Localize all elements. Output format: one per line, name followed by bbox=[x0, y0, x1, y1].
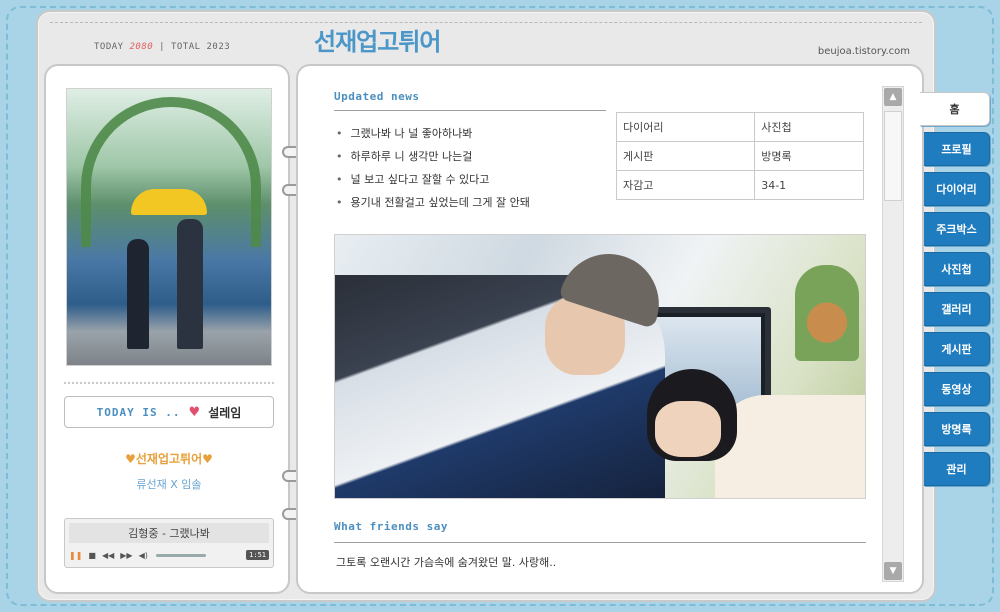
category-link[interactable]: 34-1 bbox=[754, 170, 864, 200]
tab-album[interactable]: 사진첩 bbox=[924, 252, 990, 286]
category-link[interactable]: 자감고 bbox=[615, 170, 756, 200]
volume-icon[interactable]: ◀) bbox=[139, 551, 148, 560]
today-label: TODAY IS .. bbox=[96, 405, 181, 419]
news-item[interactable]: 널 보고 싶다고 잘할 수 있다고 bbox=[336, 168, 606, 191]
scroll-down-icon[interactable]: ▼ bbox=[884, 562, 902, 580]
friends-say-title: What friends say bbox=[334, 520, 448, 533]
person-right bbox=[177, 219, 203, 349]
friends-say-underline bbox=[334, 542, 866, 543]
tab-gallery[interactable]: 갤러리 bbox=[924, 292, 990, 326]
right-page: Updated news 그랬나봐 나 널 좋아하나봐 하루하루 니 생각만 나… bbox=[296, 64, 924, 594]
volume-slider[interactable] bbox=[155, 553, 206, 557]
divider bbox=[64, 382, 274, 384]
player-time: 1:51 bbox=[246, 550, 269, 560]
girl-body bbox=[715, 395, 865, 498]
category-link[interactable]: 다이어리 bbox=[615, 112, 756, 142]
friends-message: 그토록 오랜시간 가슴속에 숨겨왔던 말. 사랑해.. bbox=[336, 556, 557, 569]
updated-news-underline bbox=[334, 110, 606, 111]
tab-guestbook[interactable]: 방명록 bbox=[924, 412, 990, 446]
category-link[interactable]: 게시판 bbox=[615, 141, 756, 171]
tab-video[interactable]: 동영상 bbox=[924, 372, 990, 406]
featured-photo bbox=[334, 234, 866, 499]
previous-icon[interactable]: ◀◀ bbox=[102, 551, 114, 560]
visitor-counter: TODAY 2080 | TOTAL 2023 bbox=[94, 42, 230, 52]
girl-face bbox=[655, 401, 721, 457]
tab-admin[interactable]: 관리 bbox=[924, 452, 990, 486]
pause-icon[interactable]: ❚❚ bbox=[69, 551, 82, 560]
flower-arch bbox=[81, 97, 261, 247]
counter-total-label: TOTAL bbox=[170, 42, 201, 52]
tab-board[interactable]: 게시판 bbox=[924, 332, 990, 366]
today-mood-box: TODAY IS .. ♥ 설레임 bbox=[64, 396, 274, 428]
music-player: 김형중 - 그랬나봐 ❚❚ ■ ◀◀ ▶▶ ◀) 1:51 bbox=[64, 518, 274, 568]
counter-today-label: TODAY bbox=[94, 42, 124, 52]
today-mood: 설레임 bbox=[208, 405, 242, 420]
scroll-up-icon[interactable]: ▲ bbox=[884, 88, 902, 106]
player-controls: ❚❚ ■ ◀◀ ▶▶ ◀) 1:51 bbox=[69, 547, 269, 563]
plant bbox=[795, 265, 859, 361]
news-item[interactable]: 그랬나봐 나 널 좋아하나봐 bbox=[336, 122, 606, 145]
left-page: TODAY IS .. ♥ 설레임 ♥선재업고튀어♥ 류선재 X 임솔 김형중 … bbox=[44, 64, 290, 594]
tab-home[interactable]: 홈 bbox=[920, 92, 990, 126]
person-left bbox=[127, 239, 149, 349]
tab-diary[interactable]: 다이어리 bbox=[924, 172, 990, 206]
blog-url[interactable]: beujoa.tistory.com bbox=[818, 46, 910, 57]
umbrella bbox=[131, 189, 207, 215]
tab-profile[interactable]: 프로필 bbox=[924, 132, 990, 166]
news-list: 그랬나봐 나 널 좋아하나봐 하루하루 니 생각만 나는걸 널 보고 싶다고 잘… bbox=[336, 122, 606, 214]
news-item[interactable]: 용기내 전활걸고 싶었는데 그게 잘 안돼 bbox=[336, 191, 606, 214]
scrollbar[interactable]: ▲ ▼ bbox=[882, 86, 904, 582]
profile-photo bbox=[66, 88, 272, 366]
heart-icon: ♥ bbox=[188, 404, 201, 420]
next-icon[interactable]: ▶▶ bbox=[120, 551, 132, 560]
frame-stitch-top bbox=[50, 22, 922, 23]
couple-names: 류선재 X 임솔 bbox=[136, 478, 202, 491]
player-track-title: 김형중 - 그랬나봐 bbox=[69, 523, 269, 543]
category-link[interactable]: 방명록 bbox=[754, 141, 864, 171]
updated-news-title: Updated news bbox=[334, 90, 420, 103]
counter-total-value: 2023 bbox=[206, 42, 231, 52]
category-link[interactable]: 사진첩 bbox=[754, 112, 864, 142]
blog-logo[interactable]: 선재업고튀어 bbox=[314, 22, 441, 57]
profile-title: ♥선재업고튀어♥ bbox=[125, 452, 213, 466]
stop-icon[interactable]: ■ bbox=[88, 551, 96, 560]
tab-jukebox[interactable]: 주크박스 bbox=[924, 212, 990, 246]
counter-separator: | bbox=[159, 42, 166, 52]
category-table: 다이어리 사진첩 게시판 방명록 자감고 34-1 bbox=[615, 112, 864, 200]
news-item[interactable]: 하루하루 니 생각만 나는걸 bbox=[336, 145, 606, 168]
counter-today-value: 2080 bbox=[129, 42, 154, 52]
scroll-thumb[interactable] bbox=[884, 111, 902, 201]
